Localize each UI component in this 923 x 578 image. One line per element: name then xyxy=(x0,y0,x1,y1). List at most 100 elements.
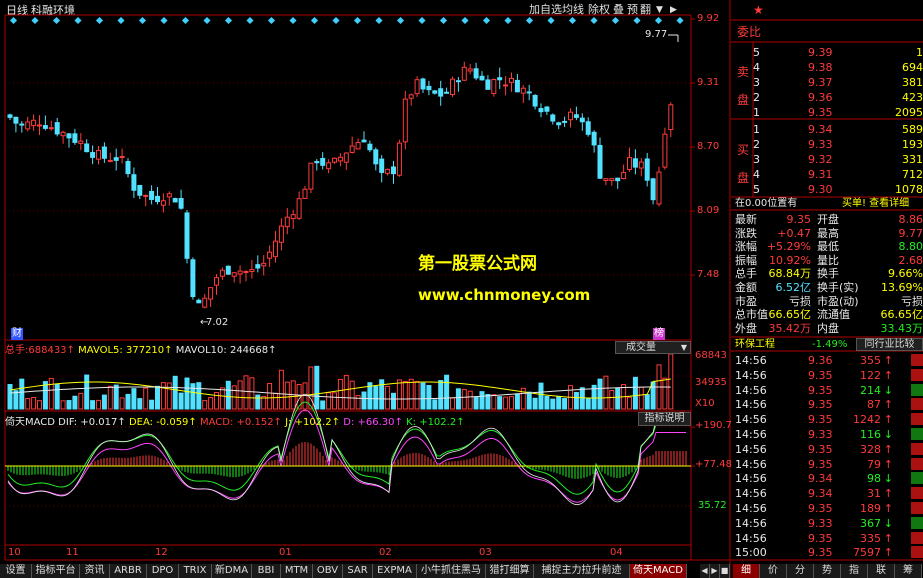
tab-obv[interactable]: OBV xyxy=(313,564,343,578)
signal-diamond-icon xyxy=(482,16,491,25)
right-tab-6[interactable]: 筹 xyxy=(895,564,922,578)
volume-bar xyxy=(544,395,550,410)
quote-label-right: 流通值 xyxy=(817,308,850,322)
finance-badge[interactable]: 财 xyxy=(11,328,23,340)
quote-value-right: 8.80 xyxy=(898,240,923,254)
candle-body xyxy=(261,262,267,267)
signal-diamond-icon xyxy=(224,16,233,25)
tab-bbi[interactable]: BBI xyxy=(252,564,281,578)
quote-label-left: 振幅 xyxy=(735,253,757,267)
tick-price: 9.35 xyxy=(808,531,833,545)
candle-body xyxy=(7,114,13,118)
tab-trix[interactable]: TRIX xyxy=(179,564,212,578)
tab-capture-main-force[interactable]: 捕捉主力拉升前迹 xyxy=(534,564,630,578)
indicator-help-button[interactable]: 指标说明 xyxy=(638,412,691,426)
tick-price: 9.34 xyxy=(808,487,833,501)
bid-row[interactable]: 5 9.30 1078 xyxy=(753,182,923,197)
tab-settings[interactable]: 设置 xyxy=(0,564,32,578)
volume-bar xyxy=(615,387,621,410)
signal-diamond-icon xyxy=(375,16,383,25)
tab-hunt[interactable]: 猎打细算 xyxy=(486,564,534,578)
tab-indicator-platform[interactable]: 指标平台 xyxy=(32,564,80,578)
tab-mtm[interactable]: MTM xyxy=(281,564,313,578)
macd-header: 倚天MACD DIF: +0.017↑ DEA: -0.059↑ MACD: +… xyxy=(5,413,465,428)
macd-tick: +77.48 xyxy=(695,459,733,470)
right-tab-2[interactable]: 分 xyxy=(787,564,814,578)
ask-row[interactable]: 5 9.39 1 xyxy=(753,45,923,60)
tick-time: 14:56 xyxy=(735,428,767,441)
bid-row[interactable]: 1 9.34 589 xyxy=(753,122,923,137)
ranking-badge[interactable]: 榜 xyxy=(653,328,665,340)
volume-tick: 34935 xyxy=(695,377,727,388)
volume-bar xyxy=(202,400,208,410)
right-tab-1[interactable]: 价 xyxy=(760,564,787,578)
tab-dpo[interactable]: DPO xyxy=(147,564,179,578)
volume-bar xyxy=(373,385,379,410)
volume-bar xyxy=(208,397,214,410)
signal-diamond-icon xyxy=(568,16,577,25)
tab-arbr[interactable]: ARBR xyxy=(110,564,147,578)
volume-bar xyxy=(550,398,556,410)
volume-bar xyxy=(562,398,568,410)
tick-price: 9.35 xyxy=(808,398,833,412)
tab-newdma[interactable]: 新DMA xyxy=(212,564,252,578)
volume-bar xyxy=(509,396,514,410)
ask-volume: 423 xyxy=(902,91,923,104)
tab-menu-icon[interactable]: ■ xyxy=(720,564,730,578)
tab-sar[interactable]: SAR xyxy=(343,564,373,578)
candle-body xyxy=(603,178,609,181)
signal-diamond-icon xyxy=(633,16,641,25)
candle-body xyxy=(13,116,19,124)
bid-volume: 1078 xyxy=(895,183,923,196)
right-tab-5[interactable]: 联 xyxy=(868,564,895,578)
quote-label-left: 总手 xyxy=(735,267,757,281)
tick-row: 14:56 9.35 214 ↓ xyxy=(735,383,923,397)
tick-direction-icon: ↓ xyxy=(883,383,893,397)
quote-value-right: 9.77 xyxy=(898,226,923,240)
volume-bar xyxy=(585,398,591,410)
volume-bar xyxy=(225,380,231,410)
sector-name[interactable]: 环保工程 xyxy=(735,340,775,350)
ask-price: 9.39 xyxy=(808,46,833,59)
quote-row: 涨幅 +5.29% 最低 8.80 xyxy=(735,240,923,253)
industry-compare-button[interactable]: 同行业比较 xyxy=(856,338,923,351)
quote-value-left: 6.52亿 xyxy=(775,281,812,294)
candle-body xyxy=(84,143,90,153)
quote-row: 最新 9.35 开盘 8.86 xyxy=(735,213,923,226)
tab-expma[interactable]: EXPMA xyxy=(373,564,417,578)
bid-row[interactable]: 3 9.32 331 xyxy=(753,152,923,167)
signal-diamond-icon xyxy=(203,16,211,25)
candle-body xyxy=(438,88,444,97)
right-tab-3[interactable]: 势 xyxy=(814,564,841,578)
tick-volume: 31 xyxy=(867,487,881,501)
volume-bar xyxy=(308,366,314,410)
high-price-mark: 9.77 xyxy=(645,29,668,40)
quote-label-left: 涨幅 xyxy=(735,240,757,254)
tab-scroll-left-icon[interactable]: ◀ xyxy=(700,564,710,578)
volume-bar xyxy=(184,377,190,410)
indicator-select[interactable]: 成交量 ▼ xyxy=(615,341,691,354)
volume-bar xyxy=(78,392,84,410)
tab-yitian-macd[interactable]: 倚天MACD xyxy=(630,564,687,578)
bid-row[interactable]: 4 9.31 712 xyxy=(753,167,923,182)
view-detail-link[interactable]: 买单! 查看详细 xyxy=(842,199,909,209)
tick-volume: 116 xyxy=(860,428,881,441)
tab-scroll-right-icon[interactable]: ▶ xyxy=(710,564,720,578)
ask-row[interactable]: 1 9.35 2095 xyxy=(753,105,923,120)
ask-row[interactable]: 4 9.38 694 xyxy=(753,60,923,75)
volume-bar xyxy=(526,391,532,410)
tab-news[interactable]: 资讯 xyxy=(80,564,110,578)
ask-volume: 2095 xyxy=(895,106,923,119)
ask-row[interactable]: 2 9.36 423 xyxy=(753,90,923,105)
bid-price: 9.33 xyxy=(808,138,833,151)
candle-body xyxy=(444,91,450,94)
tab-calf-horse[interactable]: 小牛抓住黑马 xyxy=(417,564,486,578)
right-tab-4[interactable]: 指 xyxy=(841,564,868,578)
tick-price: 9.35 xyxy=(808,368,833,382)
bid-row[interactable]: 2 9.33 193 xyxy=(753,137,923,152)
ask-row[interactable]: 3 9.37 381 xyxy=(753,75,923,90)
volume-bar xyxy=(632,376,638,410)
right-tab-0[interactable]: 细 xyxy=(733,564,760,578)
volume-bar xyxy=(284,381,290,410)
tick-price: 9.35 xyxy=(808,413,833,427)
